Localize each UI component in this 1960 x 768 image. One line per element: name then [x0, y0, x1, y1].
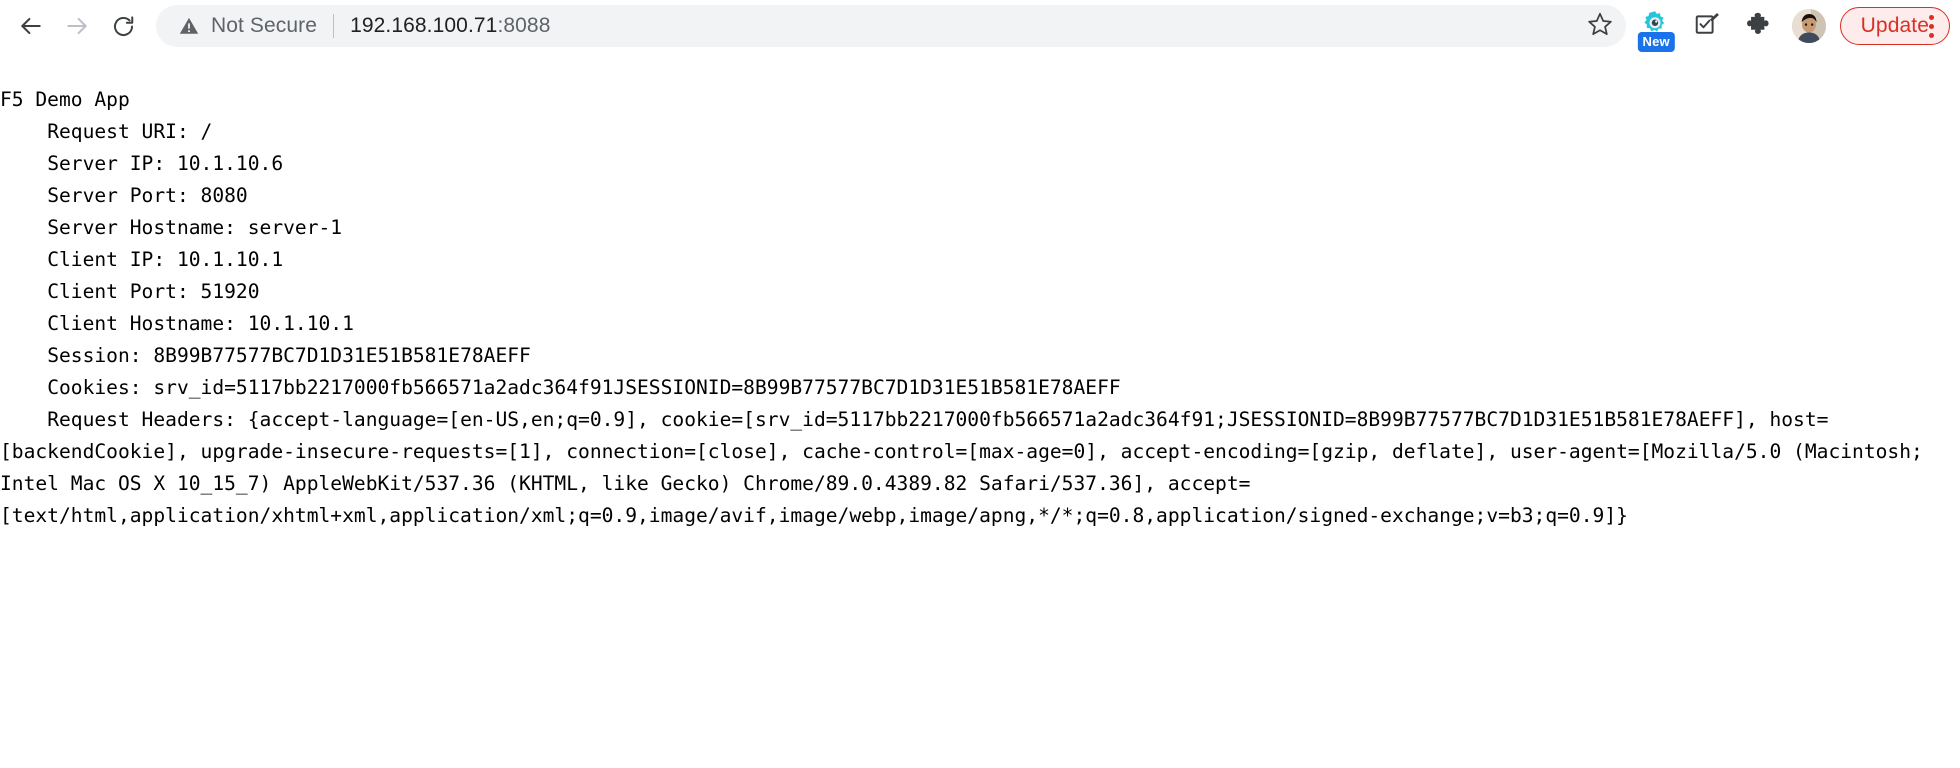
- menu-dot: [1928, 23, 1934, 29]
- server-port-line: Server Port: 8080: [47, 184, 248, 207]
- puzzle-piece-icon: [1745, 10, 1773, 43]
- checklist-icon: [1693, 10, 1721, 43]
- omnibox-divider: [333, 14, 335, 38]
- page-content: F5 Demo App Request URI: / Server IP: 10…: [0, 52, 1960, 768]
- server-ip-line: Server IP: 10.1.10.6: [47, 152, 284, 175]
- session-line: Session: 8B99B77577BC7D1D31E51B581E78AEF…: [47, 344, 531, 367]
- client-hostname-line: Client Hostname: 10.1.10.1: [47, 312, 354, 335]
- menu-dot: [1928, 14, 1934, 20]
- request-headers-line: Request Headers: {accept-language=[en-US…: [0, 408, 1935, 527]
- address-bar[interactable]: Not Secure 192.168.100.71:8088: [156, 5, 1624, 47]
- client-port-line: Client Port: 51920: [47, 280, 260, 303]
- server-hostname-line: Server Hostname: server-1: [47, 216, 343, 239]
- browser-toolbar: Not Secure 192.168.100.71:8088 New Updat…: [0, 0, 1960, 52]
- url-host: 192.168.100.71: [350, 14, 498, 37]
- demo-app-output: F5 Demo App Request URI: / Server IP: 10…: [0, 52, 1960, 532]
- warning-triangle-icon: [178, 15, 200, 37]
- back-button[interactable]: [8, 3, 54, 49]
- url-text: 192.168.100.71:8088: [350, 14, 550, 38]
- checklist-extension-button[interactable]: [1684, 3, 1730, 49]
- forward-button[interactable]: [54, 3, 100, 49]
- extension-new-badge: New: [1637, 32, 1675, 52]
- url-port: :8088: [497, 14, 551, 37]
- profile-avatar[interactable]: [1791, 9, 1826, 43]
- menu-dot: [1928, 32, 1934, 38]
- forward-arrow-icon: [64, 13, 90, 39]
- page-title: F5 Demo App: [0, 88, 130, 111]
- bookmark-button[interactable]: [1573, 5, 1626, 47]
- client-ip-line: Client IP: 10.1.10.1: [47, 248, 284, 271]
- three-dot-menu-icon[interactable]: [1916, 3, 1946, 49]
- reload-button[interactable]: [100, 3, 146, 49]
- cookies-line: Cookies: srv_id=5117bb2217000fb566571a2a…: [47, 376, 1121, 399]
- back-arrow-icon: [18, 13, 44, 39]
- request-uri-line: Request URI: /: [47, 120, 213, 143]
- extensions-button[interactable]: [1736, 3, 1782, 49]
- reload-icon: [111, 14, 136, 39]
- not-secure-label: Not Secure: [211, 14, 318, 37]
- star-icon: [1587, 11, 1613, 42]
- gear-extension-button[interactable]: New: [1632, 3, 1678, 52]
